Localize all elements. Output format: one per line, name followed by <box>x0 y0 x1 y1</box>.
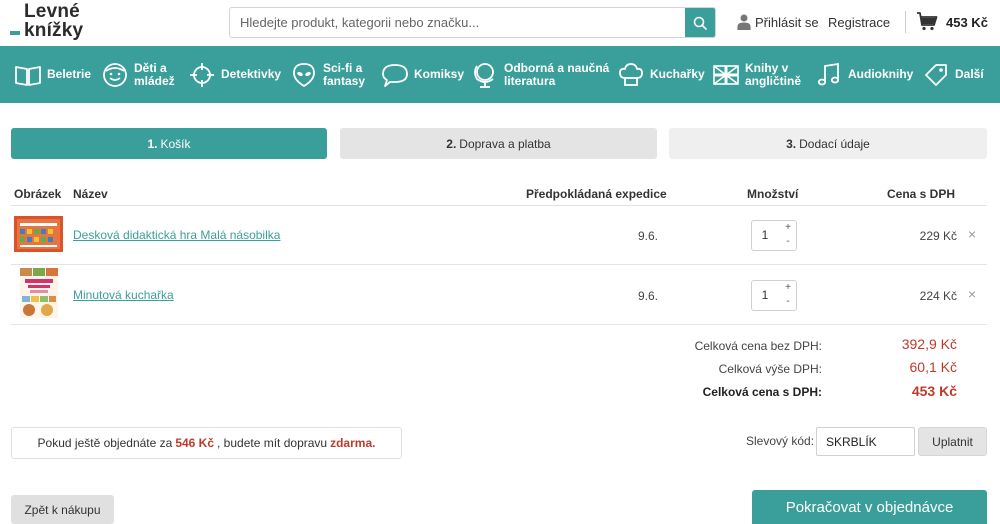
total-with-vat-label: Celková cena s DPH: <box>702 385 822 399</box>
nav-item-odborna[interactable]: Odborná a naučná literatura <box>471 46 609 103</box>
kid-face-icon <box>101 61 129 89</box>
step-dodaci-udaje[interactable]: 3. Dodací údaje <box>669 128 987 159</box>
column-header-price: Cena s DPH <box>887 187 956 201</box>
nav-item-dalsi[interactable]: Další <box>922 46 984 103</box>
nav-item-detektivky[interactable]: Detektivky <box>188 46 281 103</box>
nav-item-beletrie[interactable]: Beletrie <box>14 46 91 103</box>
discount-code-input[interactable] <box>816 427 915 456</box>
step-label: Dodací údaje <box>799 136 870 151</box>
quantity-stepper: 1 + - <box>751 220 797 251</box>
user-icon[interactable] <box>737 14 751 30</box>
alien-icon <box>290 61 318 89</box>
product-thumbnail[interactable] <box>20 268 58 318</box>
increase-button[interactable]: + <box>780 281 796 295</box>
column-header-name: Název <box>73 187 108 201</box>
tag-icon <box>922 61 950 89</box>
speech-bubble-icon <box>381 61 409 89</box>
nav-item-deti[interactable]: Děti a mládež <box>101 46 175 103</box>
step-label: Košík <box>160 136 191 151</box>
back-to-shop-button[interactable]: Zpět k nákupu <box>11 495 114 524</box>
step-number: 2. <box>446 136 457 151</box>
quantity-value[interactable]: 1 <box>752 281 778 310</box>
nav-label: Audioknihy <box>848 67 914 81</box>
free-shipping-text: Pokud ještě objednáte za <box>37 436 173 450</box>
nav-label: Odborná a naučná literatura <box>504 60 610 88</box>
cart-icon[interactable] <box>916 11 938 31</box>
search-input[interactable] <box>230 8 685 37</box>
login-link[interactable]: Přihlásit se <box>755 15 819 30</box>
book-icon <box>14 61 42 89</box>
item-price: 229 Kč <box>919 229 957 243</box>
divider <box>11 205 987 206</box>
step-number: 1. <box>147 136 158 151</box>
search-box <box>229 7 716 38</box>
search-icon <box>693 16 707 30</box>
logo-bar <box>10 31 20 35</box>
divider <box>11 264 987 265</box>
step-number: 3. <box>786 136 797 151</box>
decrease-button[interactable]: - <box>780 295 796 309</box>
vat-label: Celková výše DPH: <box>718 362 822 376</box>
free-shipping-text-mid: , budete mít dopravu <box>217 436 328 450</box>
nav-item-kucharky[interactable]: Kuchařky <box>617 46 705 103</box>
nav-label: Děti a mládež <box>134 60 175 88</box>
free-shipping-amount: 546 Kč <box>175 436 215 450</box>
nav-label: Detektivky <box>221 67 282 81</box>
header: Levné knížky Přihlásit se Registrace 453… <box>0 0 1000 46</box>
quantity-value[interactable]: 1 <box>752 221 778 250</box>
crosshair-icon <box>188 61 216 89</box>
column-header-quantity: Množství <box>747 187 799 201</box>
remove-item-button[interactable]: × <box>968 286 976 302</box>
cart-total[interactable]: 453 Kč <box>946 15 988 30</box>
nav-item-anglictina[interactable]: Knihy v angličtině <box>712 46 801 103</box>
column-header-expedition: Předpokládaná expedice <box>526 187 667 201</box>
quantity-stepper: 1 + - <box>751 280 797 311</box>
logo-line2: knížky <box>24 20 84 41</box>
remove-item-button[interactable]: × <box>968 226 976 242</box>
nav-label: Kuchařky <box>650 67 705 81</box>
nav-item-audioknihy[interactable]: Audioknihy <box>815 46 913 103</box>
globe-icon <box>471 61 499 89</box>
nav-label: Sci-fi a fantasy <box>323 60 366 88</box>
total-without-vat: 392,9 Kč <box>901 336 957 352</box>
increase-button[interactable]: + <box>780 221 796 235</box>
uk-flag-icon <box>712 61 740 89</box>
vat-amount: 60,1 Kč <box>909 359 957 375</box>
column-header-image: Obrázek <box>14 187 62 201</box>
step-kosik[interactable]: 1. Košík <box>11 128 327 159</box>
search-button[interactable] <box>685 8 715 37</box>
nav-label: Beletrie <box>47 67 92 81</box>
chef-hat-icon <box>617 61 645 89</box>
decrease-button[interactable]: - <box>780 235 796 249</box>
free-shipping-notice: Pokud ještě objednáte za 546 Kč , budete… <box>11 427 402 459</box>
expedition-date: 9.6. <box>638 229 659 243</box>
nav-label: Knihy v angličtině <box>745 60 802 88</box>
expedition-date: 9.6. <box>638 289 659 303</box>
nav-label: Komiksy <box>414 67 465 81</box>
nav-item-komiksy[interactable]: Komiksy <box>381 46 464 103</box>
apply-discount-button[interactable]: Uplatnit <box>918 427 987 456</box>
discount-code-label: Slevový kód: <box>746 434 815 448</box>
product-link[interactable]: Minutová kuchařka <box>73 288 174 302</box>
free-shipping-free: zdarma. <box>330 436 376 450</box>
product-link[interactable]: Desková didaktická hra Malá násobilka <box>73 228 280 242</box>
total-with-vat: 453 Kč <box>911 383 957 399</box>
divider <box>11 324 987 325</box>
logo[interactable]: Levné knížky <box>10 1 100 43</box>
step-doprava[interactable]: 2. Doprava a platba <box>340 128 657 159</box>
total-without-vat-label: Celková cena bez DPH: <box>694 339 822 353</box>
header-divider <box>905 11 906 33</box>
music-note-icon <box>815 61 843 89</box>
category-nav: Beletrie Děti a mládež Detektivky Sci-fi… <box>0 46 1000 103</box>
register-link[interactable]: Registrace <box>828 15 890 30</box>
continue-order-button[interactable]: Pokračovat v objednávce <box>752 490 987 524</box>
nav-item-scifi[interactable]: Sci-fi a fantasy <box>290 46 365 103</box>
item-price: 224 Kč <box>919 289 957 303</box>
step-label: Doprava a platba <box>459 136 551 151</box>
product-thumbnail[interactable] <box>14 216 63 252</box>
nav-label: Další <box>955 67 984 81</box>
